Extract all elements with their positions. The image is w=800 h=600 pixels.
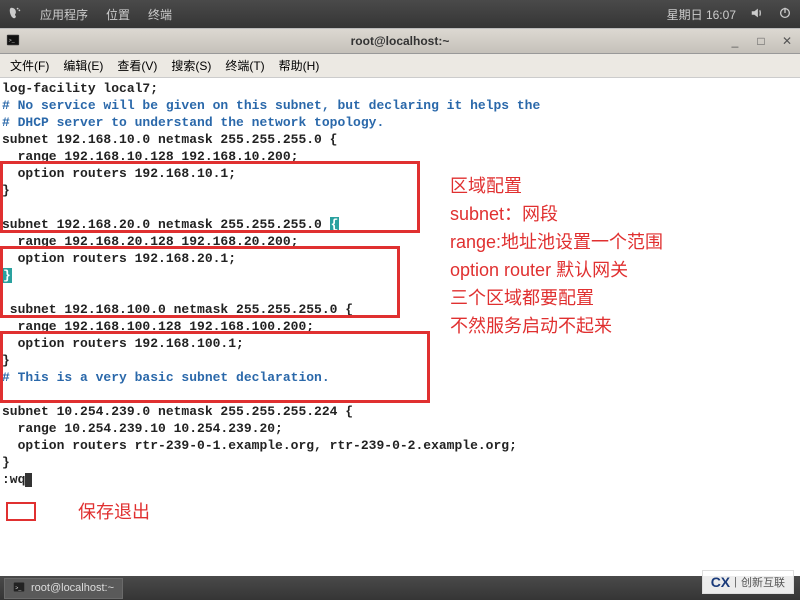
code-comment: # DHCP server to understand the network … — [2, 114, 798, 131]
code-line: } — [2, 267, 798, 284]
code-line: range 192.168.20.128 192.168.20.200; — [2, 233, 798, 250]
svg-text:>_: >_ — [15, 585, 21, 591]
vim-command: :wq — [2, 471, 798, 488]
terminal-icon: >_ — [13, 581, 25, 596]
terminal-menu[interactable]: 终端 — [148, 6, 172, 23]
annotation: 区域配置 subnet：网段 range:地址池设置一个范围 option ro… — [450, 172, 663, 340]
code-line: subnet 10.254.239.0 netmask 255.255.255.… — [2, 403, 798, 420]
code-line: } — [2, 352, 798, 369]
clock[interactable]: 星期日 16:07 — [667, 6, 736, 23]
code-line — [2, 386, 798, 403]
code-line: } — [2, 182, 798, 199]
menu-edit[interactable]: 编辑(E) — [63, 57, 103, 74]
code-line: subnet 192.168.10.0 netmask 255.255.255.… — [2, 131, 798, 148]
code-line: } — [2, 454, 798, 471]
code-line: range 10.254.239.10 10.254.239.20; — [2, 420, 798, 437]
menu-view[interactable]: 查看(V) — [117, 57, 157, 74]
code-comment: # No service will be given on this subne… — [2, 97, 798, 114]
window-title: root@localhost:~ — [351, 34, 450, 48]
taskbar: >_ root@localhost:~ — [0, 576, 800, 600]
foot-icon — [8, 6, 22, 23]
annotation-save: 保存退出 — [78, 498, 150, 526]
svg-text:>_: >_ — [9, 37, 15, 43]
menu-help[interactable]: 帮助(H) — [279, 57, 320, 74]
apps-menu[interactable]: 应用程序 — [40, 6, 88, 23]
code-line: subnet 192.168.100.0 netmask 255.255.255… — [2, 301, 798, 318]
maximize-button[interactable]: □ — [754, 34, 768, 48]
volume-icon[interactable] — [750, 6, 764, 23]
watermark-text: 创新互联 — [741, 574, 785, 590]
window-title-bar: >_ root@localhost:~ _ □ ✕ — [0, 28, 800, 54]
taskbar-item[interactable]: >_ root@localhost:~ — [4, 578, 123, 599]
minimize-button[interactable]: _ — [728, 34, 742, 48]
watermark-logo-icon: CX — [711, 574, 730, 590]
menu-terminal[interactable]: 终端(T) — [225, 57, 264, 74]
terminal-area[interactable]: log-facility local7; # No service will b… — [0, 78, 800, 584]
highlight-box-wq — [6, 502, 36, 521]
code-line: option routers 192.168.10.1; — [2, 165, 798, 182]
code-line: option routers 192.168.100.1; — [2, 335, 798, 352]
menu-file[interactable]: 文件(F) — [10, 57, 49, 74]
taskbar-label: root@localhost:~ — [31, 582, 114, 594]
menu-search[interactable]: 搜索(S) — [171, 57, 211, 74]
places-menu[interactable]: 位置 — [106, 6, 130, 23]
code-line: option routers 192.168.20.1; — [2, 250, 798, 267]
terminal-title-icon: >_ — [6, 33, 20, 50]
power-icon[interactable] — [778, 6, 792, 23]
close-button[interactable]: ✕ — [780, 34, 794, 48]
code-line: range 192.168.10.128 192.168.10.200; — [2, 148, 798, 165]
code-line — [2, 284, 798, 301]
code-line: option routers rtr-239-0-1.example.org, … — [2, 437, 798, 454]
code-comment: # This is a very basic subnet declaratio… — [2, 369, 798, 386]
code-line: range 192.168.100.128 192.168.100.200; — [2, 318, 798, 335]
code-line: log-facility local7; — [2, 80, 798, 97]
code-line — [2, 199, 798, 216]
watermark: CX | 创新互联 — [702, 570, 794, 594]
top-panel: 应用程序 位置 终端 星期日 16:07 — [0, 0, 800, 28]
menu-bar: 文件(F) 编辑(E) 查看(V) 搜索(S) 终端(T) 帮助(H) — [0, 54, 800, 78]
code-line: subnet 192.168.20.0 netmask 255.255.255.… — [2, 216, 798, 233]
